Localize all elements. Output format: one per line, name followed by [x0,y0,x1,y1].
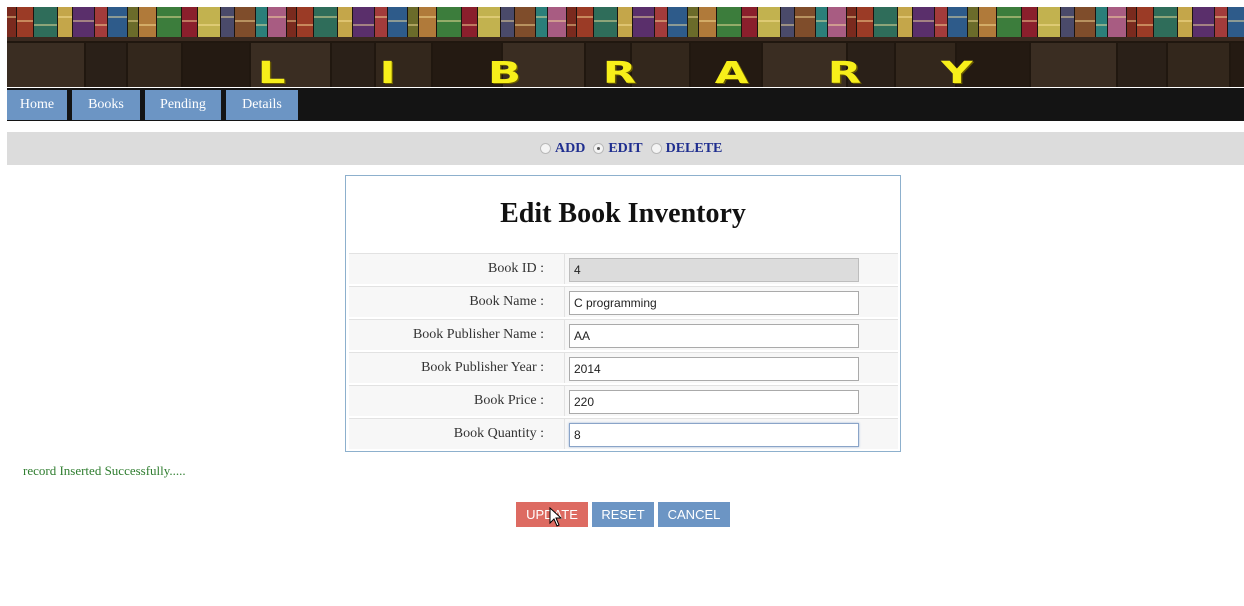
nav-details-button[interactable]: Details [226,90,298,120]
row-divider [564,419,565,449]
mode-radio-group: ADD EDIT DELETE [540,132,730,165]
nav-books-button[interactable]: Books [72,90,140,120]
field-row-book-price: Book Price : [349,385,898,416]
publisher-name-label: Book Publisher Name : [412,327,544,342]
edit-book-form: Edit Book Inventory Book ID : Book Name … [345,175,901,452]
mode-edit-option[interactable]: EDIT [593,140,643,157]
reset-button[interactable]: RESET [592,502,654,527]
book-price-label: Book Price : [474,393,544,408]
field-row-book-quantity: Book Quantity : [349,418,898,449]
row-divider [564,386,565,416]
publisher-name-input[interactable] [569,324,859,348]
delete-radio[interactable] [650,143,662,154]
library-banner: L I B R A R Y [7,7,1244,87]
row-divider [564,287,565,317]
book-quantity-input[interactable] [569,423,859,447]
book-name-input[interactable] [569,291,859,315]
banner-letter: R [602,56,637,88]
book-name-label: Book Name : [469,294,544,309]
mode-bar: ADD EDIT DELETE [7,132,1244,165]
nav-pending-button[interactable]: Pending [145,90,221,120]
publisher-year-input[interactable] [569,357,859,381]
mode-edit-label: EDIT [608,140,643,156]
nav-home-button[interactable]: Home [7,90,67,120]
field-row-book-id: Book ID : [349,253,898,284]
field-row-book-name: Book Name : [349,286,898,317]
field-row-publisher-name: Book Publisher Name : [349,319,898,350]
book-id-label: Book ID : [488,261,544,276]
update-button[interactable]: UPDATE [516,502,588,527]
field-row-publisher-year: Book Publisher Year : [349,352,898,383]
add-radio[interactable] [540,143,551,154]
mode-add-label: ADD [555,140,586,156]
banner-letter: I [379,56,396,88]
banner-letter: L [257,56,286,88]
row-divider [564,254,565,284]
mode-delete-label: DELETE [665,140,723,156]
row-divider [564,353,565,383]
form-title: Edit Book Inventory [500,198,746,229]
mode-add-option[interactable]: ADD [540,141,585,157]
row-divider [564,320,565,350]
banner-letter: R [827,56,862,88]
mode-delete-option[interactable]: DELETE [650,140,723,157]
banner-letter: A [714,56,749,88]
edit-radio[interactable] [593,143,605,154]
publisher-year-label: Book Publisher Year : [421,360,544,375]
main-nav: Home Books Pending Details [7,88,1244,121]
book-quantity-label: Book Quantity : [453,426,544,441]
book-price-input[interactable] [569,390,859,414]
cancel-button[interactable]: CANCEL [658,502,730,527]
banner-letter: Y [941,56,973,88]
success-message: record Inserted Successfully..... [23,463,186,478]
book-id-input[interactable] [569,258,859,282]
banner-letter: B [487,56,522,88]
